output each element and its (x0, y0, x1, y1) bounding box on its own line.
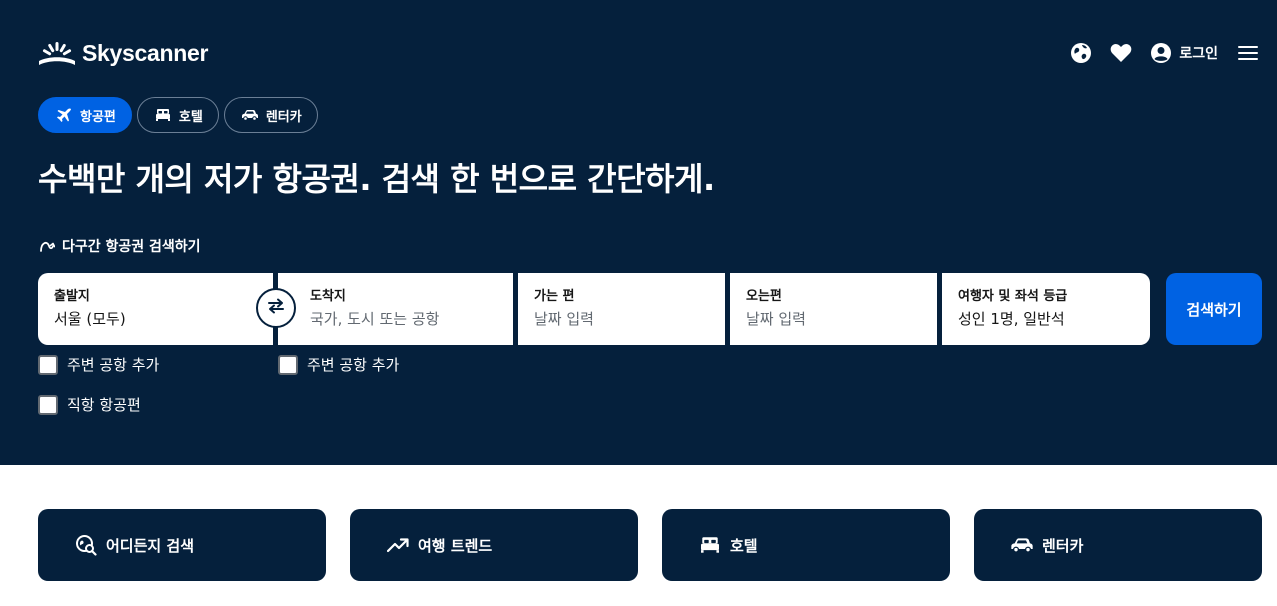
bed-icon (154, 106, 172, 124)
travellers-label: 여행자 및 좌석 등급 (958, 289, 1068, 304)
travellers-value: 성인 1명, 일반석 (958, 310, 1065, 328)
origin-field[interactable]: 출발지 서울 (모두) (38, 273, 273, 345)
origin-value: 서울 (모두) (54, 310, 126, 328)
plane-icon (55, 106, 73, 124)
card-hotels[interactable]: 호텔 (662, 509, 950, 581)
tab-car-hire[interactable]: 렌터카 (223, 97, 318, 133)
return-label: 오는편 (746, 289, 782, 304)
direct-flights-checkbox[interactable]: 직항 항공편 (38, 394, 141, 415)
product-tabs: 항공편 호텔 렌터카 (38, 97, 323, 133)
destination-nearby-airports-checkbox[interactable]: 주변 공항 추가 (278, 354, 399, 375)
sunrise-logo-icon (39, 41, 75, 65)
destination-nearby-label: 주변 공항 추가 (307, 356, 400, 374)
search-button[interactable]: 검색하기 (1166, 273, 1262, 345)
destination-label: 도착지 (310, 289, 346, 304)
card-hotels-label: 호텔 (730, 536, 758, 555)
multi-city-link[interactable]: 다구간 항공권 검색하기 (38, 236, 201, 256)
return-placeholder: 날짜 입력 (746, 310, 806, 328)
explore-icon (74, 533, 98, 557)
tab-flights-label: 항공편 (80, 109, 116, 125)
bed-icon (698, 533, 722, 557)
tab-hotels[interactable]: 호텔 (136, 97, 219, 133)
multi-city-label: 다구간 항공권 검색하기 (62, 239, 201, 255)
swap-arrows-icon (267, 298, 285, 318)
hamburger-menu-icon[interactable] (1236, 41, 1260, 65)
destination-field[interactable]: 도착지 국가, 도시 또는 공항 (278, 273, 513, 345)
card-explore-everywhere[interactable]: 어디든지 검색 (38, 509, 326, 581)
account-icon[interactable] (1149, 41, 1173, 65)
quick-links: 어디든지 검색 여행 트렌드 호텔 렌터카 (38, 509, 1262, 581)
checkbox-box[interactable] (278, 354, 298, 375)
brand-name: Skyscanner (82, 40, 209, 66)
tab-flights[interactable]: 항공편 (38, 97, 132, 133)
flight-search-form: 출발지 서울 (모두) 도착지 국가, 도시 또는 공항 가는 편 날짜 입력 … (38, 273, 1150, 345)
origin-nearby-airports-checkbox[interactable]: 주변 공항 추가 (38, 354, 159, 375)
trend-icon (386, 533, 410, 557)
skyscanner-logo[interactable]: Skyscanner (38, 40, 208, 67)
travellers-cabin-field[interactable]: 여행자 및 좌석 등급 성인 1명, 일반석 (942, 273, 1150, 345)
destination-placeholder: 국가, 도시 또는 공항 (310, 310, 440, 328)
multi-city-route-icon (38, 237, 56, 255)
origin-label: 출발지 (54, 289, 90, 304)
depart-date-field[interactable]: 가는 편 날짜 입력 (518, 273, 725, 345)
globe-icon[interactable] (1069, 41, 1093, 65)
checkbox-box[interactable] (38, 394, 58, 415)
card-explore-label: 어디든지 검색 (106, 536, 195, 555)
car-icon (241, 106, 259, 124)
depart-placeholder: 날짜 입력 (534, 310, 594, 328)
hero-section: Skyscanner 로그인 항공편 호텔 렌터카 수백만 개의 저가 항공권.… (0, 0, 1277, 465)
direct-flights-label: 직항 항공편 (67, 396, 141, 414)
swap-locations-button[interactable] (256, 288, 296, 328)
card-car-hire-label: 렌터카 (1042, 536, 1084, 555)
return-date-field[interactable]: 오는편 날짜 입력 (730, 273, 937, 345)
origin-nearby-label: 주변 공항 추가 (67, 356, 160, 374)
tab-hotels-label: 호텔 (178, 109, 203, 125)
tab-car-hire-label: 렌터카 (265, 109, 302, 125)
checkbox-box[interactable] (38, 354, 58, 375)
page-headline: 수백만 개의 저가 항공권. 검색 한 번으로 간단하게. (38, 160, 715, 198)
car-icon (1010, 533, 1034, 557)
card-travel-trends[interactable]: 여행 트렌드 (350, 509, 638, 581)
card-trends-label: 여행 트렌드 (418, 536, 493, 555)
card-car-hire[interactable]: 렌터카 (974, 509, 1262, 581)
depart-label: 가는 편 (534, 289, 575, 304)
login-link[interactable]: 로그인 (1179, 43, 1218, 63)
header-actions: 로그인 (1069, 41, 1260, 65)
heart-icon[interactable] (1109, 41, 1133, 65)
